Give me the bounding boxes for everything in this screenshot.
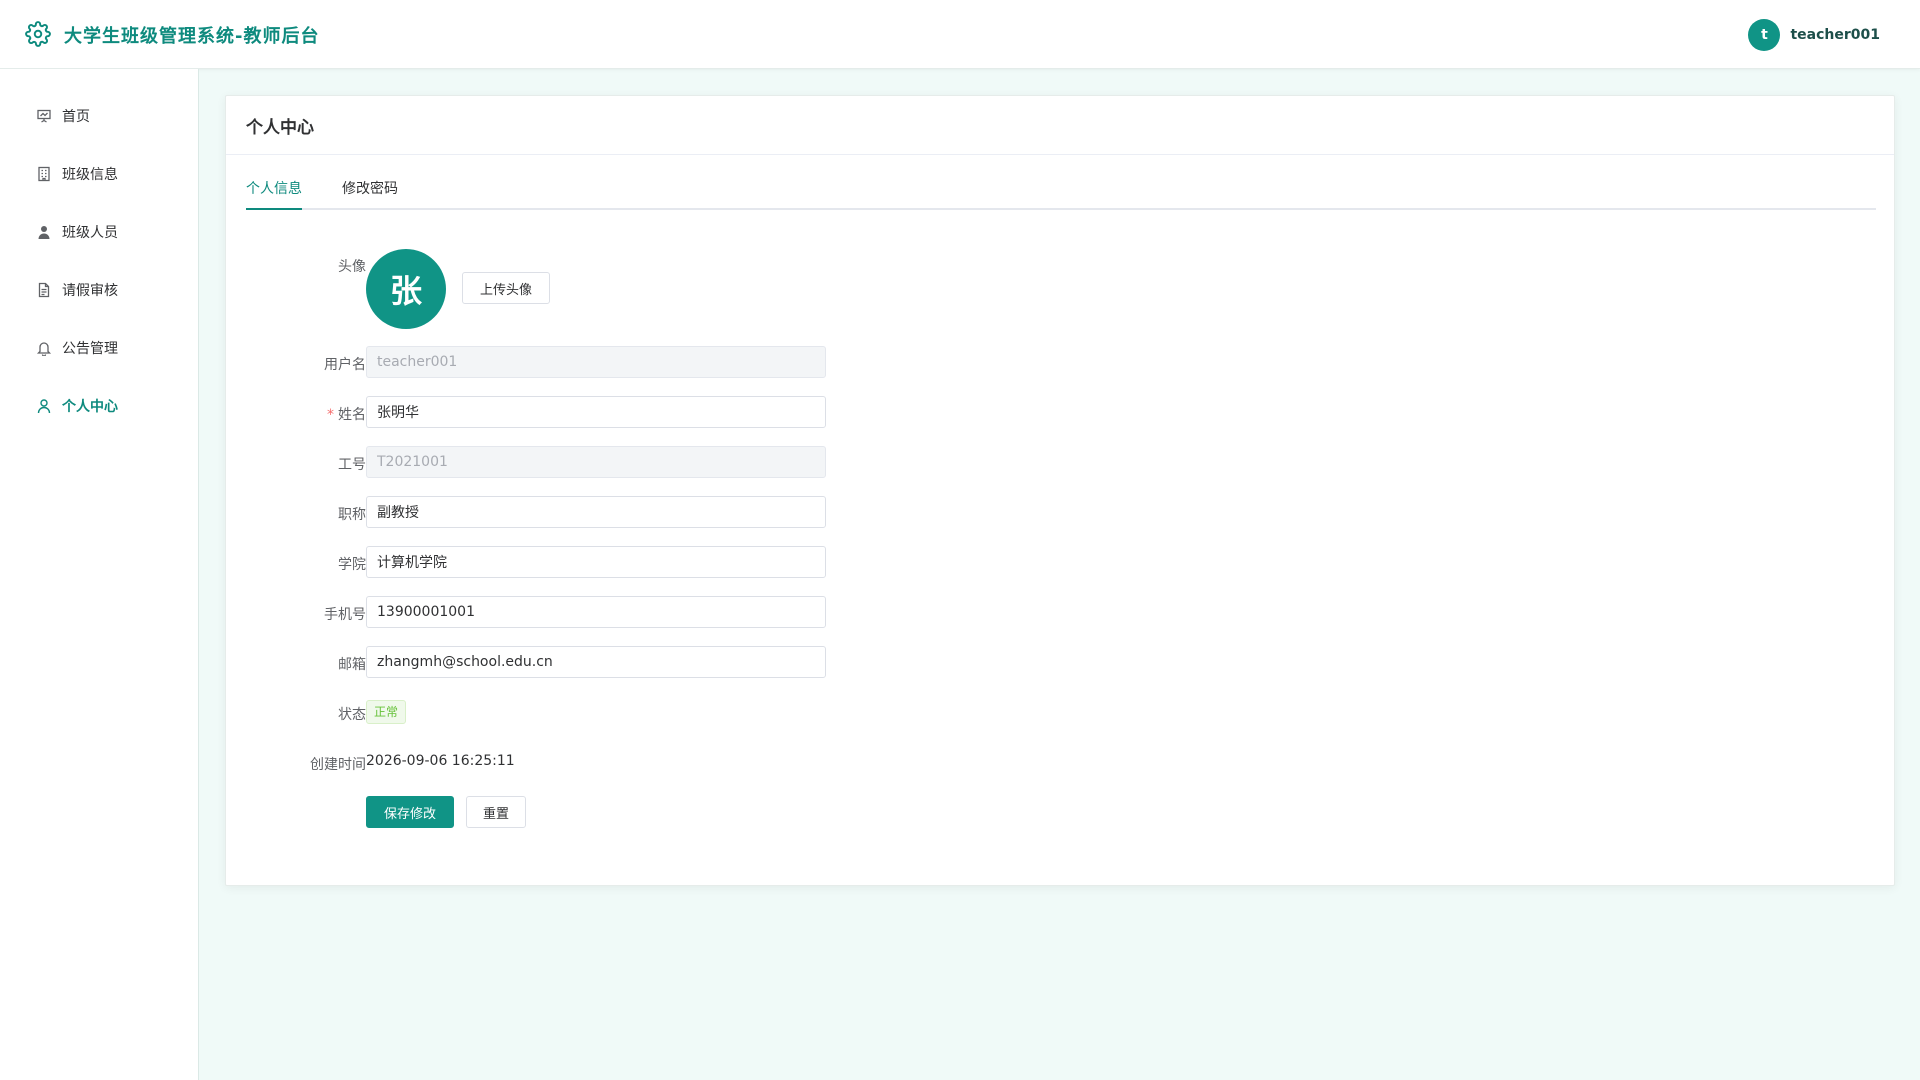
title-field[interactable] <box>366 496 826 528</box>
title-label: 职称 <box>338 507 366 523</box>
sidebar-item-class-members[interactable]: 班级人员 <box>0 210 199 254</box>
sidebar-item-announcements[interactable]: 公告管理 <box>0 326 199 370</box>
sidebar-item-label: 个人中心 <box>62 399 118 415</box>
top-header: 大学生班级管理系统-教师后台 t teacher001 <box>0 0 1920 69</box>
user-menu[interactable]: t teacher001 <box>1748 19 1880 51</box>
app-title: 大学生班级管理系统-教师后台 <box>64 26 320 47</box>
required-mark: * <box>327 407 334 423</box>
username-label: 用户名 <box>324 357 366 373</box>
name-field[interactable] <box>366 396 826 428</box>
upload-avatar-button[interactable]: 上传头像 <box>462 272 550 304</box>
avatar-label: 头像 <box>338 259 366 275</box>
email-field[interactable] <box>366 646 826 678</box>
college-field[interactable] <box>366 546 826 578</box>
save-button[interactable]: 保存修改 <box>366 796 454 828</box>
sidebar-item-home[interactable]: 首页 <box>0 94 199 138</box>
staff-id-label: 工号 <box>338 457 366 473</box>
sidebar-item-label: 班级人员 <box>62 225 118 241</box>
username-field <box>366 346 826 378</box>
status-label: 状态 <box>338 707 366 723</box>
sidebar-item-class-info[interactable]: 班级信息 <box>0 152 199 196</box>
gear-icon <box>25 21 51 47</box>
created-time-value: 2026-09-06 16:25:11 <box>366 753 515 769</box>
document-icon <box>38 282 50 298</box>
created-time-label: 创建时间 <box>310 757 366 773</box>
sidebar-item-label: 公告管理 <box>62 341 118 357</box>
sidebar-item-label: 首页 <box>62 109 90 125</box>
sidebar: 首页 班级信息 班级人员 请假审核 公告管理 个人中心 <box>0 69 199 1080</box>
college-label: 学院 <box>338 557 366 573</box>
user-avatar: t <box>1748 19 1781 51</box>
profile-card: 个人中心 个人信息 修改密码 头像 张 上传头像 用户名 *姓名 工号 职称 学… <box>225 95 1895 886</box>
building-icon <box>38 166 50 182</box>
user-outline-icon <box>37 399 51 414</box>
phone-label: 手机号 <box>324 607 366 623</box>
profile-form: 头像 张 上传头像 用户名 *姓名 工号 职称 学院 手机号 邮箱 状态 正常 … <box>246 96 1046 887</box>
email-label: 邮箱 <box>338 657 366 673</box>
user-name: teacher001 <box>1790 27 1880 43</box>
user-icon <box>38 226 50 239</box>
reset-button[interactable]: 重置 <box>466 796 526 828</box>
status-badge: 正常 <box>366 700 407 724</box>
name-label-text: 姓名 <box>338 407 366 423</box>
phone-field[interactable] <box>366 596 826 628</box>
sidebar-item-leave-review[interactable]: 请假审核 <box>0 268 199 312</box>
bell-icon <box>36 342 52 356</box>
name-label: * 姓名 <box>246 404 366 424</box>
avatar: 张 <box>366 249 446 329</box>
sidebar-item-label: 班级信息 <box>62 167 118 183</box>
staff-id-field <box>366 446 826 478</box>
sidebar-item-label: 请假审核 <box>62 283 118 299</box>
sidebar-item-profile[interactable]: 个人中心 <box>0 384 199 428</box>
presentation-icon <box>37 109 51 123</box>
